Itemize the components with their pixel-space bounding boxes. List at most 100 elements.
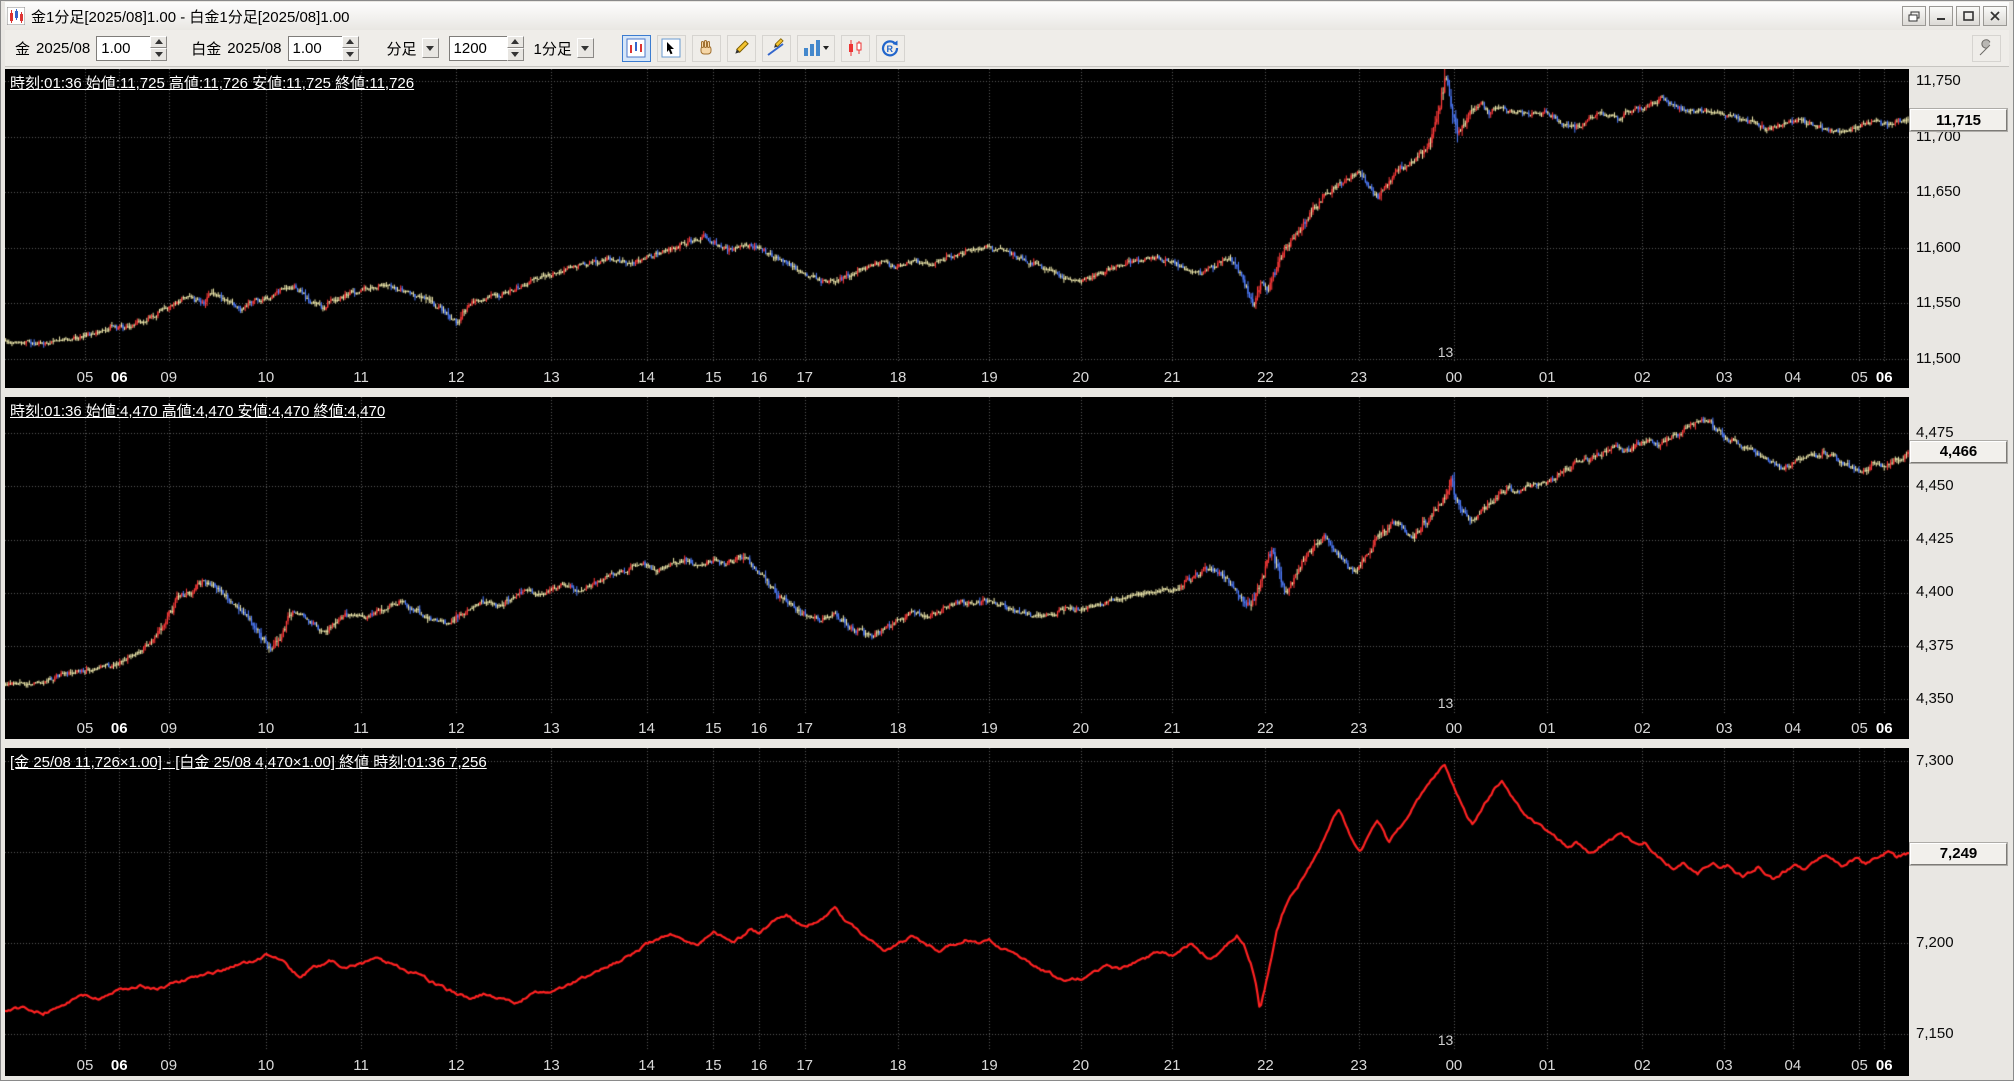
indicator-menu-icon[interactable] [796,34,835,62]
time-label: 23 [1350,720,1368,738]
interval-dropdown[interactable]: 1分足 [530,36,598,61]
platinum-info-text: 時刻:01:36 始値:4,470 高値:4,470 安値:4,470 終値:4… [10,402,386,420]
time-label: 20 [1072,1056,1090,1074]
time-label: 01 [1538,720,1556,738]
time-label: 22 [1257,368,1274,386]
candle-style-icon[interactable] [840,34,870,62]
gold-ratio-up-button[interactable] [150,35,168,48]
time-label: 01 [1538,1056,1556,1074]
title-bar: 金1分足[2025/08]1.00 - 白金1分足[2025/08]1.00 [5,2,2009,30]
gold-symbol-label: 金 [15,40,31,58]
y-tick-label: 7,150 [1916,1024,1954,1042]
y-tick-label: 4,450 [1916,476,1954,494]
time-label: 19 [981,1056,998,1074]
time-label: 15 [704,720,722,738]
time-label: 19 [981,720,998,738]
gold-last-price: 11,715 [1909,108,2008,133]
time-label: 03 [1715,368,1733,386]
time-label: 06 [1875,1056,1893,1074]
reload-icon[interactable]: R [875,34,905,62]
spread-info-text: [金 25/08 11,726×1.00] - [白金 25/08 4,470×… [10,754,487,772]
spread-time-axis: 05 06 09 10 11 12 13 14 15 16 17 18 19 20 21 22 23 00 01 02… [5,1056,1909,1074]
bar-count-input[interactable] [448,35,507,61]
time-label: 04 [1784,1056,1802,1074]
time-label: 00 [1445,368,1463,386]
time-label: 22 [1257,1056,1274,1074]
time-label: 04 [1784,368,1802,386]
y-tick-label: 11,550 [1916,294,1961,312]
time-label: 06 [110,720,128,738]
spread-last-price: 7,249 [1909,841,2008,866]
gold-plot[interactable]: 時刻:01:36 始値:11,725 高値:11,726 安値:11,725 終… [5,69,1909,388]
time-label: 09 [160,1056,178,1074]
time-label: 16 [750,720,768,738]
time-label: 14 [638,368,655,386]
time-label: 05 [1851,1056,1868,1074]
date-marker: 13 [1437,1031,1454,1048]
time-label: 11 [353,1056,369,1074]
time-label: 13 [543,368,560,386]
gold-canvas [5,69,1909,388]
y-tick-label: 11,600 [1916,238,1961,256]
spread-plot[interactable]: [金 25/08 11,726×1.00] - [白金 25/08 4,470×… [5,748,1909,1076]
pan-tool-icon[interactable] [691,34,721,62]
line-draw-tool-icon[interactable] [761,34,791,62]
period-type-dropdown[interactable]: 分足 [383,36,443,61]
time-label: 01 [1538,368,1556,386]
time-label: 02 [1634,368,1651,386]
time-label: 23 [1350,368,1368,386]
wrench-icon[interactable] [1972,34,2001,62]
bar-count-up-button[interactable] [506,35,524,48]
time-label: 06 [1875,368,1893,386]
platinum-ratio-down-button[interactable] [341,48,359,61]
time-label: 05 [76,720,94,738]
bar-count-down-button[interactable] [506,48,524,61]
platinum-y-axis: 4,466 4,475 4,450 4,425 4,400 4,375 4,350 [1909,396,2009,740]
app-icon [7,7,25,25]
spread-y-axis: 7,249 7,3007,2507,2007,150 [1909,748,2009,1076]
close-button[interactable] [1983,6,2007,26]
platinum-ratio-up-button[interactable] [341,35,359,48]
time-label: 05 [76,1056,94,1074]
time-label: 22 [1257,720,1274,738]
time-label: 09 [160,720,178,738]
platinum-plot[interactable]: 時刻:01:36 始値:4,470 高値:4,470 安値:4,470 終値:4… [5,396,1909,740]
spread-canvas [5,748,1909,1076]
maximize-button[interactable] [1956,6,1980,26]
time-label: 02 [1634,1056,1651,1074]
time-label: 19 [981,368,998,386]
time-label: 10 [257,1056,275,1074]
time-label: 16 [750,368,768,386]
select-tool-icon[interactable] [656,34,686,62]
time-label: 05 [1851,720,1868,738]
time-label: 10 [257,720,275,738]
time-label: 03 [1715,1056,1733,1074]
time-label: 02 [1634,720,1651,738]
pencil-tool-icon[interactable] [726,34,756,62]
app-window: 金1分足[2025/08]1.00 - 白金1分足[2025/08]1.00 金… [0,0,2014,1081]
time-label: 18 [889,368,907,386]
restore-down-button[interactable] [1902,6,1926,26]
time-label: 11 [353,368,369,386]
gold-ratio-spinner [96,35,168,61]
time-label: 09 [160,368,178,386]
gold-ratio-down-button[interactable] [150,48,168,61]
time-label: 20 [1072,368,1090,386]
platinum-month-label: 2025/08 [227,39,282,57]
platinum-symbol-label: 白金 [191,40,222,58]
platinum-chart-panel: 時刻:01:36 始値:4,470 高値:4,470 安値:4,470 終値:4… [5,396,2009,740]
time-label: 21 [1163,720,1181,738]
chart-mode-icon[interactable] [621,34,651,62]
time-label: 12 [447,720,465,738]
svg-text:R: R [887,44,894,54]
minimize-button[interactable] [1929,6,1953,26]
time-label: 21 [1163,368,1181,386]
platinum-ratio-input[interactable] [287,35,342,61]
y-tick-label: 4,350 [1916,689,1954,707]
y-tick-label: 11,650 [1916,183,1961,201]
gold-ratio-input[interactable] [96,35,151,61]
time-label: 06 [110,368,128,386]
chevron-down-icon[interactable] [576,38,594,58]
chevron-down-icon[interactable] [421,38,439,58]
y-tick-label: 4,375 [1916,636,1954,654]
